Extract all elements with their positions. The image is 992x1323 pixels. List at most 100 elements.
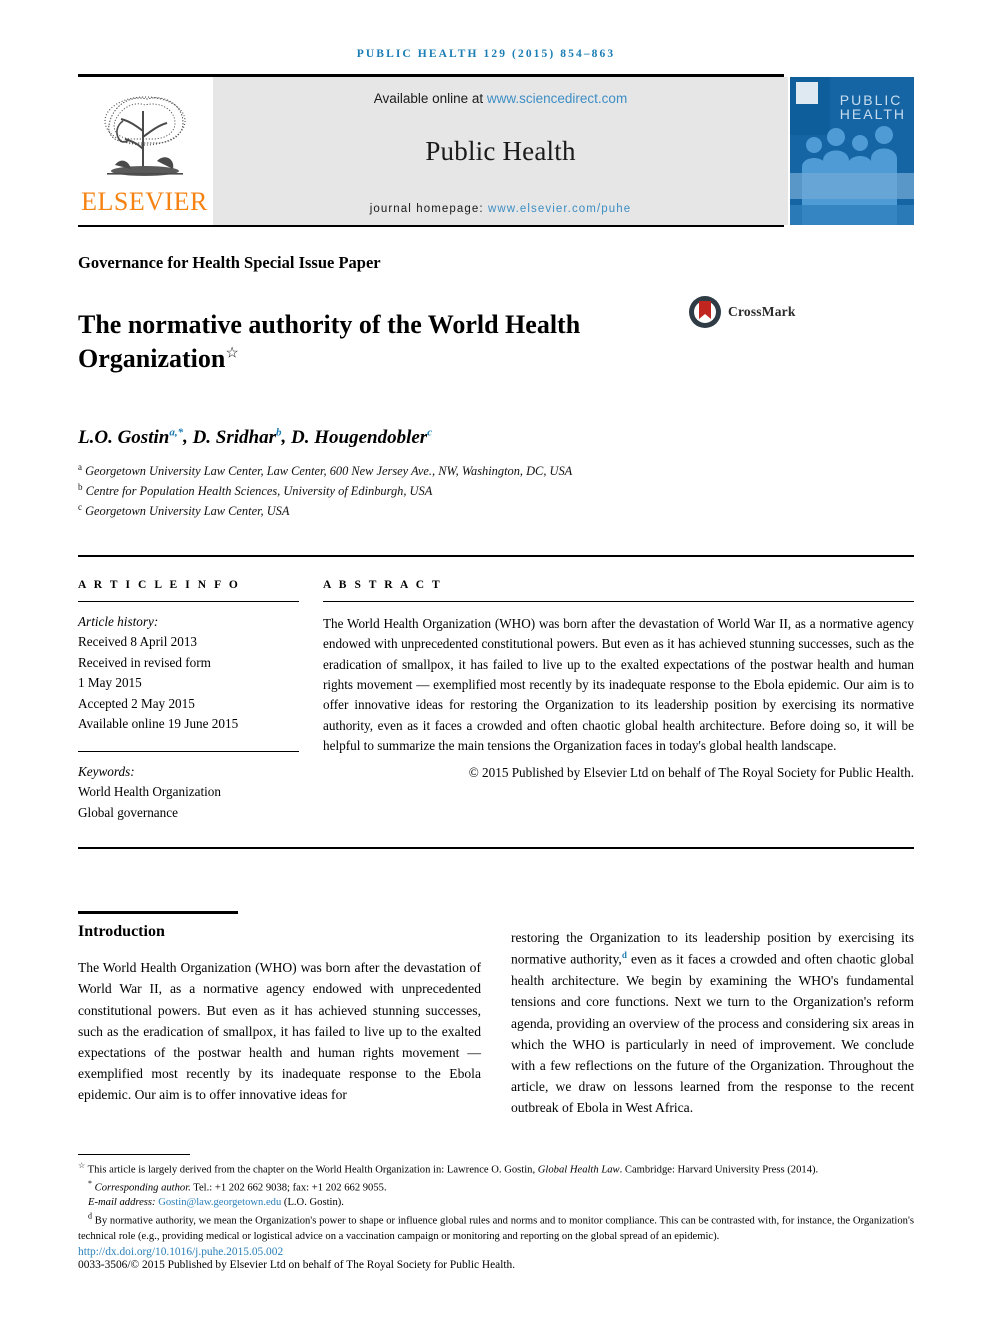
abstract-bottom-rule xyxy=(78,847,914,850)
cover-band-middle xyxy=(790,172,914,199)
journal-homepage-line: journal homepage: www.elsevier.com/puhe xyxy=(370,203,632,215)
sciencedirect-link[interactable]: www.sciencedirect.com xyxy=(487,91,627,106)
body-column-left: Introduction The World Health Organizati… xyxy=(78,911,481,1118)
introduction-paragraph-left: The World Health Organization (WHO) was … xyxy=(78,960,481,1103)
history-available-online: Available online 19 June 2015 xyxy=(78,716,239,732)
keywords-block: Keywords: World Health Organization Glob… xyxy=(78,762,299,823)
article-info-rule xyxy=(78,600,299,602)
author-2-name: D. Sridhar xyxy=(192,426,276,448)
article-info-heading: A R T I C L E I N F O xyxy=(78,578,241,591)
cover-title-line-2: HEALTH xyxy=(839,106,906,123)
available-online-prefix: Available online at xyxy=(373,90,487,106)
author-3-marks: c xyxy=(427,426,433,439)
affiliation-c-text: Georgetown University Law Center, USA xyxy=(85,503,290,518)
affiliation-b: b Centre for Population Health Sciences,… xyxy=(78,481,914,501)
keyword-2: Global governance xyxy=(78,804,178,820)
footnote-d: d By normative authority, we mean the Or… xyxy=(78,1211,914,1244)
section-label: Governance for Health Special Issue Pape… xyxy=(78,253,381,272)
footnote-email: E-mail address: Gostin@law.georgetown.ed… xyxy=(78,1195,914,1210)
body-columns: Introduction The World Health Organizati… xyxy=(78,911,914,1118)
history-revised-date: 1 May 2015 xyxy=(78,675,142,691)
journal-masthead: ELSEVIER Available online at www.science… xyxy=(78,76,914,225)
journal-title: Public Health xyxy=(425,135,576,166)
footnote-corresponding: * Corresponding author. Tel.: +1 202 662… xyxy=(78,1178,914,1196)
footnote-star-italic: Global Health Law xyxy=(537,1164,620,1176)
author-1: L.O. Gostina,* xyxy=(78,426,184,448)
footnote-email-label: E-mail address: xyxy=(88,1197,159,1209)
affiliation-b-text: Centre for Population Health Sciences, U… xyxy=(85,483,433,498)
page-title: The normative authority of the World Hea… xyxy=(78,308,688,375)
author-1-marks: a,* xyxy=(169,426,184,439)
affiliation-a-text: Georgetown University Law Center, Law Ce… xyxy=(85,463,573,478)
elsevier-tree-icon xyxy=(103,95,186,176)
cover-title-line-1: PUBLIC xyxy=(839,91,903,108)
article-history: Article history: Received 8 April 2013 R… xyxy=(78,612,299,735)
keywords-label: Keywords: xyxy=(78,763,135,779)
issn-copyright-line: 0033-3506/© 2015 Published by Elsevier L… xyxy=(78,1259,516,1271)
affiliation-c: c Georgetown University Law Center, USA xyxy=(78,501,914,521)
introduction-paragraph-right: restoring the Organization to its leader… xyxy=(511,927,914,1118)
title-row: The normative authority of the World Hea… xyxy=(78,291,914,392)
available-online-line: Available online at www.sciencedirect.co… xyxy=(374,91,627,106)
masthead-bottom-rule xyxy=(78,224,784,227)
affiliation-b-mark: b xyxy=(78,481,83,492)
keywords-rule xyxy=(78,750,299,752)
author-3-name: D. Hougendobler xyxy=(291,426,428,448)
footnote-d-text: By normative authority, we mean the Orga… xyxy=(78,1215,914,1242)
journal-homepage-link[interactable]: www.elsevier.com/puhe xyxy=(488,203,631,215)
footnote-corr-marker: * xyxy=(88,1178,92,1188)
abstract-text: The World Health Organization (WHO) was … xyxy=(323,615,914,753)
author-3: D. Hougendoblerc xyxy=(291,426,433,448)
abstract-column: A B S T R A C T The World Health Organiz… xyxy=(323,579,914,824)
author-1-name: L.O. Gostin xyxy=(78,426,170,448)
cover-title: PUBLIC HEALTH xyxy=(839,91,906,123)
affiliation-a-mark: a xyxy=(78,461,82,472)
affiliation-list: a Georgetown University Law Center, Law … xyxy=(78,461,914,521)
article-history-label: Article history: xyxy=(78,613,159,629)
introduction-rule xyxy=(78,911,238,915)
journal-cover-image: PUBLIC HEALTH xyxy=(790,76,914,225)
author-2-marks: b xyxy=(276,426,282,439)
cover-elsevier-mark xyxy=(796,81,818,104)
history-revised-label: Received in revised form xyxy=(78,654,211,670)
doi-link[interactable]: http://dx.doi.org/10.1016/j.puhe.2015.05… xyxy=(78,1246,914,1258)
footnote-star-pre: This article is largely derived from the… xyxy=(85,1164,538,1176)
elsevier-logo: ELSEVIER xyxy=(78,77,211,225)
history-accepted: Accepted 2 May 2015 xyxy=(78,695,195,711)
elsevier-wordmark: ELSEVIER xyxy=(81,186,208,216)
info-top-rule xyxy=(78,554,914,557)
article-info-column: A R T I C L E I N F O Article history: R… xyxy=(78,579,323,824)
cover-band-bottom xyxy=(790,204,914,225)
footnote-email-owner: (L.O. Gostin). xyxy=(281,1197,344,1209)
info-abstract-wrap: A R T I C L E I N F O Article history: R… xyxy=(78,579,914,824)
page-title-text: The normative authority of the World Hea… xyxy=(78,310,581,373)
footnote-star-post: . Cambridge: Harvard University Press (2… xyxy=(619,1164,819,1176)
journal-homepage-prefix: journal homepage: xyxy=(369,202,488,215)
running-head: PUBLIC HEALTH 129 (2015) 854–863 xyxy=(356,48,616,60)
email-link[interactable]: Gostin@law.georgetown.edu xyxy=(158,1197,281,1208)
affiliation-c-mark: c xyxy=(78,501,82,512)
introduction-heading: Introduction xyxy=(78,923,165,941)
title-footnote-marker: ☆ xyxy=(225,345,239,362)
footnote-corr-label: Corresponding author. xyxy=(94,1182,191,1194)
footnote-corr-text: Tel.: +1 202 662 9038; fax: +1 202 662 9… xyxy=(190,1182,387,1194)
footnote-rule xyxy=(78,1153,190,1155)
author-2: D. Sridharb xyxy=(192,426,282,448)
crossmark-label: CrossMark xyxy=(728,304,796,319)
article-page: PUBLIC HEALTH 129 (2015) 854–863 ELSEVIE… xyxy=(0,0,992,1323)
crossmark-icon xyxy=(689,296,721,328)
history-received: Received 8 April 2013 xyxy=(78,634,198,650)
abstract-copyright: © 2015 Published by Elsevier Ltd on beha… xyxy=(468,765,914,781)
abstract-heading: A B S T R A C T xyxy=(323,578,443,591)
affiliation-a: a Georgetown University Law Center, Law … xyxy=(78,461,914,481)
footnote-area: ☆ This article is largely derived from t… xyxy=(78,1153,914,1271)
author-list: L.O. Gostina,*, D. Sridharb, D. Hougendo… xyxy=(78,426,433,448)
body-column-right: restoring the Organization to its leader… xyxy=(511,911,914,1118)
journal-cover-cell: PUBLIC HEALTH xyxy=(790,76,914,225)
journal-banner: Available online at www.sciencedirect.co… xyxy=(213,76,788,225)
crossmark-badge[interactable]: CrossMark xyxy=(688,291,800,329)
abstract-rule xyxy=(323,600,914,602)
keyword-1: World Health Organization xyxy=(78,784,221,800)
footnote-star: ☆ This article is largely derived from t… xyxy=(78,1160,914,1178)
intro-right-part-2: even as it faces a crowded and often cha… xyxy=(511,951,915,1116)
